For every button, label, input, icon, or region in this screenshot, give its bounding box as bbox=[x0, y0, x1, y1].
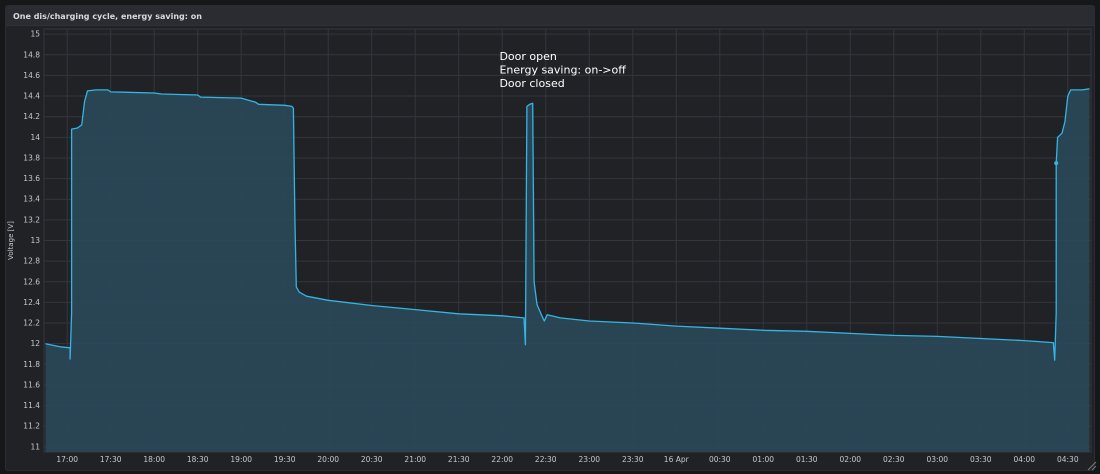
y-tick-label: 11 bbox=[30, 442, 40, 451]
y-axis-label: Voltage [V] bbox=[7, 221, 15, 260]
y-tick-label: 15 bbox=[30, 30, 40, 39]
series-fill bbox=[45, 88, 1090, 453]
annotation-line: Door open bbox=[499, 50, 556, 63]
voltage-chart[interactable]: 11 11.2 11.4 11.6 11.8 12 12.2 12.4 12.6 12.8 13 13… bbox=[0, 0, 1100, 474]
x-tick-label: 01:30 bbox=[796, 455, 818, 464]
x-tick-label: 18:00 bbox=[143, 455, 165, 464]
x-tick-label: 19:00 bbox=[230, 455, 252, 464]
series-area bbox=[45, 88, 1090, 453]
y-tick-label: 11.6 bbox=[23, 380, 40, 389]
x-tick-label: 19:30 bbox=[274, 455, 296, 464]
y-axis-ticks: 11 11.2 11.4 11.6 11.8 12 12.2 12.4 12.6 12.8 13 13… bbox=[23, 30, 40, 452]
data-point-marker bbox=[1054, 161, 1059, 166]
annotation-line: Door closed bbox=[499, 77, 564, 90]
x-tick-label: 20:30 bbox=[361, 455, 383, 464]
y-tick-label: 12.8 bbox=[23, 257, 40, 266]
x-tick-label: 23:30 bbox=[622, 455, 644, 464]
y-tick-label: 14.2 bbox=[23, 112, 40, 121]
x-tick-label: 22:30 bbox=[535, 455, 557, 464]
x-tick-label: 03:30 bbox=[970, 455, 992, 464]
x-tick-label: 04:30 bbox=[1057, 455, 1079, 464]
x-tick-label: 03:00 bbox=[926, 455, 948, 464]
x-axis-ticks: 17:00 17:30 18:00 18:30 19:00 19:30 20:00 20:30… bbox=[56, 455, 1078, 464]
x-tick-label: 16 Apr bbox=[664, 455, 690, 464]
y-tick-label: 11.4 bbox=[23, 401, 40, 410]
y-tick-label: 13.6 bbox=[23, 174, 40, 183]
y-tick-label: 13.8 bbox=[23, 153, 40, 162]
x-tick-label: 23:00 bbox=[578, 455, 600, 464]
x-tick-label: 04:00 bbox=[1013, 455, 1035, 464]
x-tick-label: 17:30 bbox=[100, 455, 122, 464]
y-tick-label: 14.4 bbox=[23, 92, 40, 101]
y-tick-label: 11.8 bbox=[23, 360, 40, 369]
y-tick-label: 12.2 bbox=[23, 319, 40, 328]
x-tick-label: 21:30 bbox=[448, 455, 470, 464]
x-tick-label: 21:00 bbox=[404, 455, 426, 464]
resize-handle-icon[interactable] bbox=[1085, 459, 1097, 471]
y-tick-label: 12.6 bbox=[23, 277, 40, 286]
annotation: Door openEnergy saving: on->offDoor clos… bbox=[499, 50, 626, 90]
y-tick-label: 12 bbox=[30, 339, 40, 348]
y-tick-label: 11.2 bbox=[23, 422, 40, 431]
x-tick-label: 22:00 bbox=[491, 455, 513, 464]
y-tick-label: 14.6 bbox=[23, 71, 40, 80]
x-tick-label: 18:30 bbox=[187, 455, 209, 464]
x-tick-label: 02:30 bbox=[883, 455, 905, 464]
x-tick-label: 20:00 bbox=[317, 455, 339, 464]
x-tick-label: 17:00 bbox=[56, 455, 78, 464]
y-tick-label: 13.2 bbox=[23, 215, 40, 224]
y-tick-label: 12.4 bbox=[23, 298, 40, 307]
y-tick-label: 13 bbox=[30, 236, 40, 245]
annotation-line: Energy saving: on->off bbox=[499, 63, 626, 76]
y-tick-label: 14.8 bbox=[23, 50, 40, 59]
y-tick-label: 14 bbox=[30, 133, 40, 142]
y-tick-label: 13.4 bbox=[23, 195, 40, 204]
x-tick-label: 00:30 bbox=[709, 455, 731, 464]
x-tick-label: 01:00 bbox=[752, 455, 774, 464]
x-tick-label: 02:00 bbox=[839, 455, 861, 464]
